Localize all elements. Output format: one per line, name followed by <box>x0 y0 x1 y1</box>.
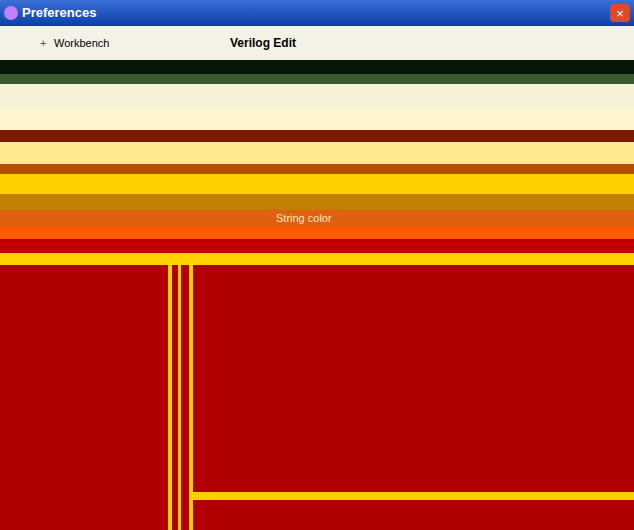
glitch-band <box>0 227 634 265</box>
page-title: Verilog Edit <box>230 34 296 52</box>
field-label: String color <box>276 210 332 227</box>
app-icon <box>4 6 18 20</box>
expander-icon[interactable]: + <box>40 35 50 52</box>
tree-item-label: Workbench <box>54 35 109 52</box>
preference-tree: +Workbench <box>0 35 230 52</box>
title-bar: Preferences × <box>0 0 634 26</box>
tree-item[interactable]: +Workbench <box>40 35 230 52</box>
preferences-dialog: Preferences× +WorkbenchVerilog Edit Stri… <box>0 0 634 530</box>
title-group: Preferences <box>4 3 96 23</box>
glitch-band <box>0 110 634 210</box>
header-area: +WorkbenchVerilog Edit <box>0 26 634 60</box>
close-button[interactable]: × <box>610 4 630 22</box>
field-row: String color <box>0 210 634 227</box>
window-title: Preferences <box>22 3 96 23</box>
glitch-area <box>0 265 634 530</box>
glitch-band <box>0 60 634 110</box>
